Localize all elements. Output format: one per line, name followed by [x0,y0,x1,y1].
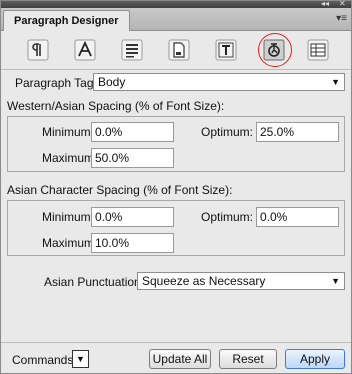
ac-minimum-input[interactable]: 0.0% [91,207,174,227]
ac-maximum-input[interactable]: 10.0% [91,233,174,253]
font-a-icon[interactable] [74,39,96,61]
properties-toolbar [1,31,351,69]
paragraph-tag-label: Paragraph Tag: [15,76,97,90]
close-icon[interactable]: ✕ [339,0,346,8]
page-document-icon[interactable] [168,39,190,61]
ac-maximum-label: Maximum: [42,236,98,250]
panel-menu-icon[interactable]: ▾≡ [336,13,347,24]
paragraph-tag-value: Body [98,75,126,89]
panel-title-bar: ◂◂ ✕ [1,0,351,8]
ac-optimum-input[interactable]: 0.0% [256,207,339,227]
commands-dropdown-button[interactable]: ▼ [72,350,89,368]
wa-maximum-label: Maximum: [42,151,98,165]
western-asian-spacing-group: Minimum: 0.0% Optimum: 25.0% Maximum: 50… [7,116,345,172]
footer-divider [1,342,351,343]
wa-minimum-input[interactable]: 0.0% [91,122,174,142]
asian-punctuation-label: Asian Punctuation: [44,275,145,289]
text-frame-t-icon[interactable] [215,39,237,61]
wa-maximum-input[interactable]: 50.0% [91,148,174,168]
panel-tab-strip: Paragraph Designer ▾≡ [1,8,351,31]
asian-character-spacing-heading: Asian Character Spacing (% of Font Size)… [7,183,233,197]
ac-optimum-label: Optimum: [201,210,254,224]
wa-optimum-input[interactable]: 25.0% [256,122,339,142]
asian-character-spacing-group: Minimum: 0.0% Optimum: 0.0% Maximum: 10.… [7,200,345,256]
chevron-down-icon: ▼ [331,77,340,87]
commands-label: Commands: [12,353,77,367]
ac-minimum-label: Minimum: [42,210,95,224]
paragraph-tag-select[interactable]: Body ▼ [93,73,345,91]
wa-minimum-label: Minimum: [42,125,95,139]
pilcrow-icon[interactable] [27,39,49,61]
collapse-icon[interactable]: ◂◂ [321,0,329,8]
paragraph-lines-icon[interactable] [121,39,143,61]
asian-character-icon[interactable] [263,39,285,61]
asian-punctuation-select[interactable]: Squeeze as Necessary ▼ [137,272,345,290]
western-asian-spacing-heading: Western/Asian Spacing (% of Font Size): [7,99,225,113]
apply-button[interactable]: Apply [285,349,345,369]
toolbar-divider [1,69,351,70]
wa-optimum-label: Optimum: [201,125,254,139]
chevron-down-icon: ▼ [76,354,85,364]
asian-punctuation-value: Squeeze as Necessary [142,274,266,288]
reset-button[interactable]: Reset [219,349,277,369]
table-grid-icon[interactable] [307,39,329,61]
panel-tab-title[interactable]: Paragraph Designer [3,10,130,31]
update-all-button[interactable]: Update All [149,349,211,369]
chevron-down-icon: ▼ [331,276,340,286]
paragraph-designer-panel: ◂◂ ✕ Paragraph Designer ▾≡ Paragraph Tag… [0,0,352,374]
